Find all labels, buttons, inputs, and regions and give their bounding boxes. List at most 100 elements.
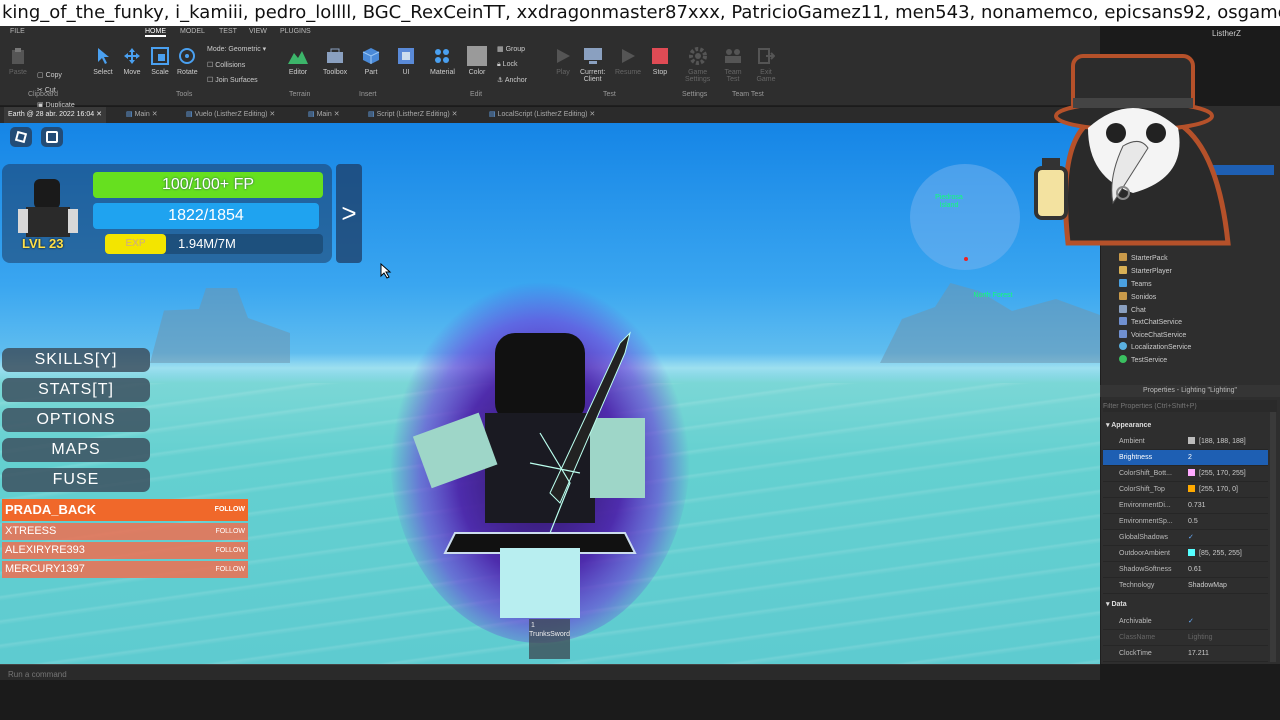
follow-button[interactable]: FOLLOW	[215, 561, 245, 578]
explorer-item-textchatservice[interactable]: TextChatService	[1119, 317, 1182, 326]
lock-button[interactable]: 🔒︎ Lock	[497, 61, 517, 69]
stats-button[interactable]: STATS[T]	[2, 378, 150, 402]
doc-tab-label: Earth @ 28 abr. 2022 16:04	[8, 111, 95, 118]
property-row[interactable]: Archivable ✓	[1103, 614, 1268, 630]
follow-button[interactable]: FOLLOW	[215, 499, 245, 521]
paste-icon	[8, 46, 28, 66]
fuse-button[interactable]: FUSE	[2, 468, 150, 492]
explorer-item-starterpack[interactable]: StarterPack	[1119, 253, 1168, 262]
part-label: Part	[364, 69, 378, 76]
doc-tab-script[interactable]: ▤ Script (ListherZ Editing) ✕	[364, 107, 462, 123]
resume-button[interactable]: Resume	[615, 46, 641, 76]
property-value[interactable]: 2	[1188, 450, 1192, 466]
skills-button[interactable]: SKILLS[Y]	[2, 348, 150, 372]
tab-home[interactable]: HOME	[145, 28, 166, 37]
group-button[interactable]: ▦ Group	[497, 45, 525, 53]
material-button[interactable]: Material	[430, 46, 455, 76]
tab-test[interactable]: TEST	[219, 28, 237, 35]
play-button[interactable]: Play	[553, 46, 573, 76]
ui-button[interactable]: UI	[396, 46, 416, 76]
explorer-item-localizationservice[interactable]: LocalizationService	[1119, 342, 1191, 351]
property-value: [255, 170, 0]	[1199, 486, 1238, 493]
properties-filter-input[interactable]	[1103, 400, 1277, 412]
tab-plugins[interactable]: PLUGINS	[280, 28, 311, 35]
tab-file[interactable]: FILE	[10, 28, 25, 35]
tab-model[interactable]: MODEL	[180, 28, 205, 35]
current-client-button[interactable]: Current: Client	[580, 46, 605, 83]
explorer-item-starterplayer[interactable]: StarterPlayer	[1119, 266, 1172, 275]
close-icon[interactable]: ✕	[152, 111, 158, 118]
mode-dropdown[interactable]: Mode: Geometric ▾	[207, 45, 266, 53]
stop-button[interactable]: Stop	[650, 46, 670, 76]
property-row[interactable]: ShadowSoftness 0.61	[1103, 562, 1268, 578]
scale-button[interactable]: Scale	[150, 46, 170, 76]
chat-toggle-button[interactable]	[41, 127, 63, 147]
close-icon[interactable]: ✕	[589, 111, 595, 118]
property-row-selected[interactable]: Brightness 2	[1103, 450, 1268, 466]
copy-button[interactable]: ▢ Copy	[37, 71, 62, 79]
hotbar-slot[interactable]: 1 TrunksSword	[529, 619, 570, 659]
doc-tab-main-2[interactable]: ▤ Main ✕	[304, 107, 344, 123]
explorer-item-chat[interactable]: Chat	[1119, 305, 1146, 314]
property-name: Archivable	[1119, 618, 1152, 625]
terrain-editor-button[interactable]: Editor	[288, 46, 308, 76]
select-button[interactable]: Select	[93, 46, 113, 76]
part-button[interactable]: Part	[361, 46, 381, 76]
expand-hud-button[interactable]: >	[336, 164, 362, 263]
color-button[interactable]: Color	[467, 46, 487, 76]
checkbox-checked-icon[interactable]: ✓	[1188, 530, 1194, 546]
appearance-section[interactable]: ▾ Appearance	[1106, 421, 1151, 429]
options-button[interactable]: OPTIONS	[2, 408, 150, 432]
property-row[interactable]: ColorShift_Top [255, 170, 0]	[1103, 482, 1268, 498]
team-test-button[interactable]: Team Test	[723, 46, 743, 83]
maps-button[interactable]: MAPS	[2, 438, 150, 462]
follow-button[interactable]: FOLLOW	[215, 542, 245, 559]
property-row[interactable]: Technology ShadowMap	[1103, 578, 1268, 594]
roblox-menu-button[interactable]	[10, 127, 32, 147]
command-input[interactable]	[8, 668, 1088, 680]
property-row[interactable]: EnvironmentSp... 0.5	[1103, 514, 1268, 530]
join-surfaces-label: Join Surfaces	[215, 77, 258, 84]
explorer-item-teams[interactable]: Teams	[1119, 279, 1152, 288]
move-button[interactable]: Move	[122, 46, 142, 76]
close-icon[interactable]: ✕	[334, 111, 340, 118]
property-row[interactable]: OutdoorAmbient [85, 255, 255]	[1103, 546, 1268, 562]
doc-tab-vuelo[interactable]: ▤ Vuelo (ListherZ Editing) ✕	[182, 107, 279, 123]
doc-tab-place[interactable]: Earth @ 28 abr. 2022 16:04 ✕	[4, 107, 106, 123]
cursor-icon	[93, 46, 113, 66]
anchor-button[interactable]: ⚓︎ Anchor	[497, 76, 527, 84]
collisions-toggle[interactable]: ☐ Collisions	[207, 61, 245, 69]
property-row[interactable]: ClockTime 17.211	[1103, 646, 1268, 662]
health-bar: 100/100+ FP	[93, 172, 323, 198]
toolbox-button[interactable]: Toolbox	[323, 46, 347, 76]
rotate-button[interactable]: Rotate	[177, 46, 198, 76]
property-value: [85, 255, 255]	[1199, 550, 1242, 557]
checkbox-checked-icon[interactable]: ✓	[1188, 614, 1194, 630]
property-row[interactable]: GlobalShadows ✓	[1103, 530, 1268, 546]
property-name: EnvironmentSp...	[1119, 518, 1173, 525]
service-icon	[1119, 317, 1127, 325]
property-row[interactable]: ColorShift_Bott... [255, 170, 255]	[1103, 466, 1268, 482]
properties-scrollbar[interactable]	[1270, 412, 1276, 662]
explorer-item-voicechatservice[interactable]: VoiceChatService	[1119, 330, 1186, 339]
paste-button[interactable]: Paste	[8, 46, 28, 76]
data-section[interactable]: ▾ Data	[1106, 600, 1127, 608]
close-icon[interactable]: ✕	[452, 111, 458, 118]
explorer-item-sonidos[interactable]: Sonidos	[1119, 292, 1156, 301]
property-row[interactable]: Ambient [188, 188, 188]	[1103, 434, 1268, 450]
property-name: GlobalShadows	[1119, 534, 1169, 541]
minimap[interactable]: Piedrosa Island North Forest	[910, 164, 1020, 299]
close-icon[interactable]: ✕	[269, 111, 275, 118]
exit-game-button[interactable]: Exit Game	[756, 46, 776, 83]
join-surfaces-toggle[interactable]: ☐ Join Surfaces	[207, 76, 258, 84]
follow-button[interactable]: FOLLOW	[215, 523, 245, 540]
property-row[interactable]: EnvironmentDi... 0.731	[1103, 498, 1268, 514]
doc-tab-localscript[interactable]: ▤ LocalScript (ListherZ Editing) ✕	[485, 107, 599, 123]
game-settings-button[interactable]: Game Settings	[685, 46, 710, 83]
paste-label: Paste	[9, 69, 27, 76]
doc-tab-main[interactable]: ▤ Main ✕	[122, 107, 162, 123]
close-icon[interactable]: ✕	[96, 111, 102, 118]
tab-view[interactable]: VIEW	[249, 28, 267, 35]
explorer-item-testservice[interactable]: TestService	[1119, 355, 1167, 364]
game-viewport[interactable]: LVL 23 100/100+ FP 1822/1854 EXP 1.94M/7…	[0, 123, 1100, 664]
